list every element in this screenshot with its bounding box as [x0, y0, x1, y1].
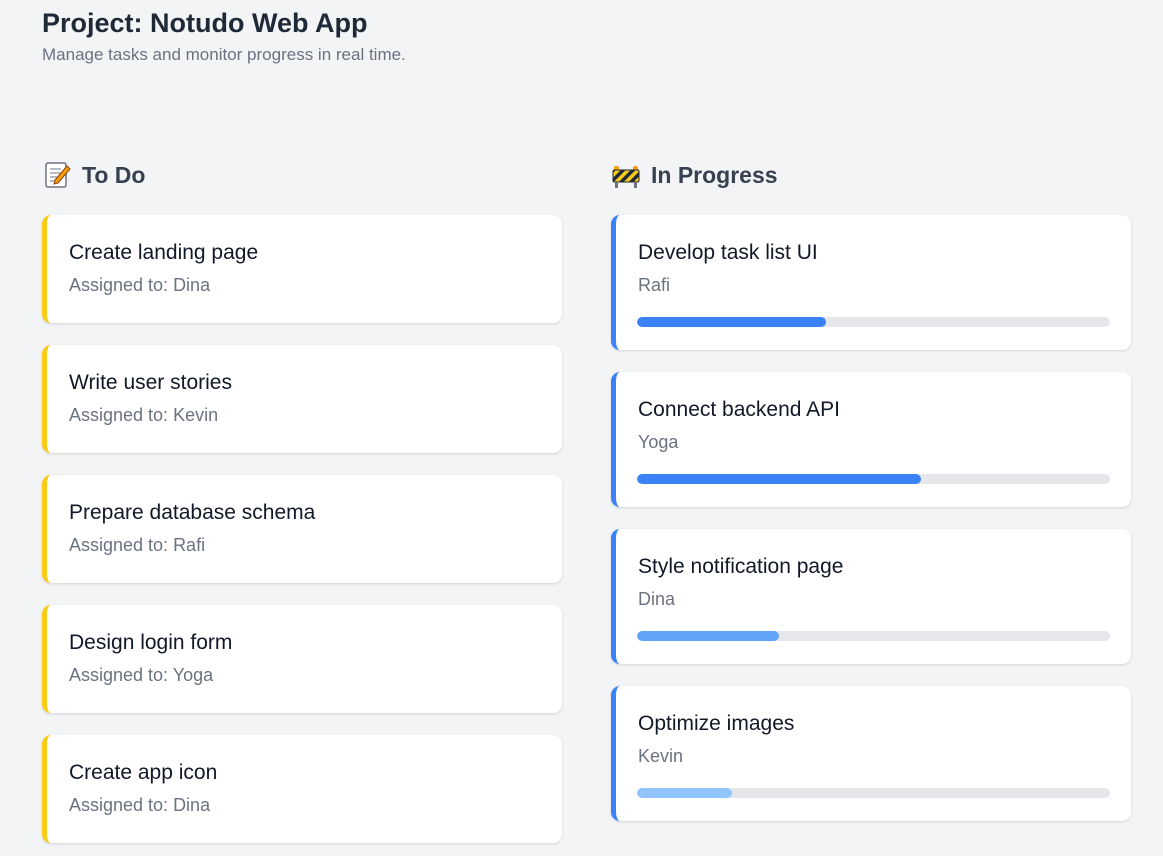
task-title: Create landing page — [69, 241, 259, 264]
task-assignee: Assigned to: Dina — [69, 795, 211, 815]
task-assignee: Kevin — [638, 746, 684, 766]
task-assignee: Dina — [638, 589, 676, 609]
task-assignee: Rafi — [638, 275, 671, 295]
task-card[interactable]: Write user stories Assigned to: Kevin — [42, 345, 562, 453]
progress-bar — [637, 317, 1110, 327]
page-header: Project: Notudo Web App Manage tasks and… — [42, 6, 406, 66]
progress-fill — [637, 317, 827, 327]
todo-card-list: Create landing page Assigned to: Dina Wr… — [42, 215, 562, 843]
progress-fill — [637, 474, 921, 484]
memo-icon — [42, 160, 72, 190]
in-progress-column: In Progress Develop task list UI Rafi Co… — [611, 158, 1131, 843]
task-card[interactable]: Develop task list UI Rafi — [611, 215, 1131, 350]
in-progress-card-list: Develop task list UI Rafi Connect backen… — [611, 215, 1131, 821]
task-card[interactable]: Prepare database schema Assigned to: Raf… — [42, 475, 562, 583]
task-title: Design login form — [69, 631, 233, 654]
todo-column-title: To Do — [82, 161, 146, 188]
page-subtitle: Manage tasks and monitor progress in rea… — [42, 45, 406, 64]
progress-bar — [637, 474, 1110, 484]
task-assignee: Yoga — [638, 432, 679, 452]
task-card[interactable]: Create landing page Assigned to: Dina — [42, 215, 562, 323]
task-assignee: Assigned to: Dina — [69, 275, 211, 295]
progress-bar — [637, 788, 1110, 798]
task-title: Develop task list UI — [638, 241, 818, 264]
in-progress-column-heading: In Progress — [611, 158, 1131, 192]
todo-column: To Do Create landing page Assigned to: D… — [42, 158, 562, 856]
task-card[interactable]: Connect backend API Yoga — [611, 372, 1131, 507]
task-title: Connect backend API — [638, 398, 840, 421]
task-card[interactable]: Design login form Assigned to: Yoga — [42, 605, 562, 713]
task-card[interactable]: Create app icon Assigned to: Dina — [42, 735, 562, 843]
todo-column-heading: To Do — [42, 158, 562, 192]
task-title: Write user stories — [69, 371, 232, 394]
in-progress-column-title: In Progress — [651, 161, 778, 188]
task-title: Prepare database schema — [69, 501, 316, 524]
page-title: Project: Notudo Web App — [42, 8, 368, 38]
progress-bar — [637, 631, 1110, 641]
task-assignee: Assigned to: Kevin — [69, 405, 219, 425]
construction-barrier-icon — [611, 160, 641, 190]
task-title: Style notification page — [638, 555, 844, 578]
progress-fill — [637, 631, 779, 641]
task-card[interactable]: Optimize images Kevin — [611, 686, 1131, 821]
task-title: Create app icon — [69, 761, 218, 784]
task-card[interactable]: Style notification page Dina — [611, 529, 1131, 664]
task-assignee: Assigned to: Yoga — [69, 665, 214, 685]
task-assignee: Assigned to: Rafi — [69, 535, 206, 555]
task-title: Optimize images — [638, 712, 795, 735]
kanban-page: Project: Notudo Web App Manage tasks and… — [0, 0, 1163, 856]
progress-fill — [637, 788, 732, 798]
